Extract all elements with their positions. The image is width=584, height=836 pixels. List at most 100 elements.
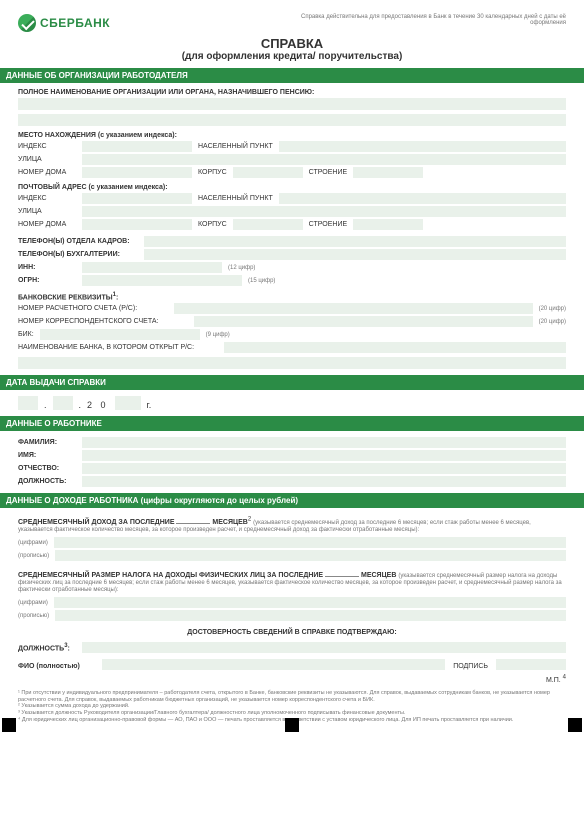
mp-label: М.П. 4 [546, 677, 566, 684]
confirm-label: ДОСТОВЕРНОСТЬ СВЕДЕНИЙ В СПРАВКЕ ПОДТВЕР… [18, 629, 566, 636]
rs-hint: (20 цифр) [539, 306, 566, 312]
ks-label: НОМЕР КОРРЕСПОНДЕНТСКОГО СЧЕТА: [18, 318, 188, 325]
date-month[interactable] [53, 396, 73, 410]
section-income: ДАННЫЕ О ДОХОДЕ РАБОТНИКА (цифры округля… [0, 493, 584, 508]
inn-label: ИНН: [18, 264, 76, 271]
surname-label: ФАМИЛИЯ: [18, 439, 76, 446]
words-label-2: (прописью) [18, 613, 49, 619]
fio-field[interactable] [102, 659, 445, 670]
avg-tax-line: СРЕДНЕМЕСЯЧНЫЙ РАЗМЕР НАЛОГА НА ДОХОДЫ Ф… [18, 569, 566, 593]
validity-note: Справка действительна для предоставления… [286, 14, 566, 26]
loc-bld2-field[interactable] [353, 167, 423, 178]
date-century: 2 0 [87, 400, 109, 410]
date-year[interactable] [115, 396, 141, 410]
ogrn-field[interactable] [82, 275, 242, 286]
postal-label: ПОЧТОВЫЙ АДРЕС (с указанием индекса): [18, 184, 566, 191]
loc-street-field[interactable] [82, 154, 566, 165]
hr-phone-label: ТЕЛЕФОН(Ы) ОТДЕЛА КАДРОВ: [18, 238, 138, 245]
loc-bld1-field[interactable] [233, 167, 303, 178]
rs-label: НОМЕР РАСЧЕТНОГО СЧЕТА (Р/С): [18, 305, 168, 312]
org-full-name-field-2[interactable] [18, 114, 566, 126]
sign-field[interactable] [496, 659, 566, 670]
name-field[interactable] [82, 450, 566, 461]
acc-phone-field[interactable] [144, 249, 566, 260]
post-house-label: НОМЕР ДОМА [18, 221, 76, 228]
bik-field[interactable] [40, 329, 200, 340]
sign-label: ПОДПИСЬ [453, 663, 488, 670]
brand-mark-icon [18, 14, 36, 32]
bik-label: БИК: [18, 331, 34, 338]
income-digits-field[interactable] [54, 537, 566, 548]
surname-field[interactable] [82, 437, 566, 448]
section-date: ДАТА ВЫДАЧИ СПРАВКИ [0, 375, 584, 390]
name-label: ИМЯ: [18, 452, 76, 459]
ks-field[interactable] [194, 316, 533, 327]
avg-income-line: СРЕДНЕМЕСЯЧНЫЙ ДОХОД ЗА ПОСЛЕДНИЕ МЕСЯЦЕ… [18, 516, 566, 533]
rs-field[interactable] [174, 303, 533, 314]
post-bld1-label: КОРПУС [198, 221, 227, 228]
digits-label-2: (цифрами) [18, 600, 48, 606]
sign-position-field[interactable] [82, 642, 566, 653]
brand-logo: СБЕРБАНК [18, 14, 110, 32]
location-label: МЕСТО НАХОЖДЕНИЯ (с указанием индекса): [18, 132, 566, 139]
income-words-field[interactable] [55, 550, 566, 561]
post-street-label: УЛИЦА [18, 208, 76, 215]
post-index-label: ИНДЕКС [18, 195, 76, 202]
org-full-name-field[interactable] [18, 98, 566, 110]
position-field[interactable] [82, 476, 566, 487]
bank-name-field[interactable] [224, 342, 566, 353]
bank-name-field-2[interactable] [18, 357, 566, 369]
loc-street-label: УЛИЦА [18, 156, 76, 163]
post-house-field[interactable] [82, 219, 192, 230]
patronymic-field[interactable] [82, 463, 566, 474]
section-employee: ДАННЫЕ О РАБОТНИКЕ [0, 416, 584, 431]
date-day[interactable] [18, 396, 38, 410]
post-bld1-field[interactable] [233, 219, 303, 230]
loc-house-label: НОМЕР ДОМА [18, 169, 76, 176]
loc-index-label: ИНДЕКС [18, 143, 76, 150]
ogrn-hint: (15 цифр) [248, 278, 275, 284]
post-locality-label: НАСЕЛЕННЫЙ ПУНКТ [198, 195, 273, 202]
footnote-2: ² Указывается сумма дохода до удержаний. [18, 703, 566, 710]
post-bld2-label: СТРОЕНИЕ [309, 221, 347, 228]
loc-index-field[interactable] [82, 141, 192, 152]
loc-locality-field[interactable] [279, 141, 566, 152]
ks-hint: (20 цифр) [539, 319, 566, 325]
acc-phone-label: ТЕЛЕФОН(Ы) БУХГАЛТЕРИИ: [18, 251, 138, 258]
words-label-1: (прописью) [18, 553, 49, 559]
doc-title: СПРАВКА [18, 36, 566, 51]
bik-hint: (9 цифр) [206, 332, 230, 338]
loc-house-field[interactable] [82, 167, 192, 178]
position-label: ДОЛЖНОСТЬ: [18, 478, 76, 485]
qr-mark-bl [2, 718, 16, 732]
patronymic-label: ОТЧЕСТВО: [18, 465, 76, 472]
tax-words-field[interactable] [55, 610, 566, 621]
post-index-field[interactable] [82, 193, 192, 204]
org-full-name-label: ПОЛНОЕ НАИМЕНОВАНИЕ ОРГАНИЗАЦИИ ИЛИ ОРГА… [18, 89, 566, 96]
brand-name: СБЕРБАНК [40, 16, 110, 30]
tax-digits-field[interactable] [54, 597, 566, 608]
ogrn-label: ОГРН: [18, 277, 76, 284]
hr-phone-field[interactable] [144, 236, 566, 247]
months-slot-2[interactable] [325, 569, 359, 577]
digits-label-1: (цифрами) [18, 540, 48, 546]
qr-mark-bc [285, 718, 299, 732]
post-street-field[interactable] [82, 206, 566, 217]
bank-req-label: БАНКОВСКИЕ РЕКВИЗИТЫ1: [18, 292, 566, 301]
section-employer: ДАННЫЕ ОБ ОРГАНИЗАЦИИ РАБОТОДАТЕЛЯ [0, 68, 584, 83]
loc-bld2-label: СТРОЕНИЕ [309, 169, 347, 176]
post-locality-field[interactable] [279, 193, 566, 204]
doc-subtitle: (для оформления кредита/ поручительства) [18, 51, 566, 62]
post-bld2-field[interactable] [353, 219, 423, 230]
qr-mark-br [568, 718, 582, 732]
footnote-1: ¹ При отсутствии у индивидуального предп… [18, 690, 566, 704]
sign-position-label: ДОЛЖНОСТЬ3: [18, 643, 76, 652]
loc-locality-label: НАСЕЛЕННЫЙ ПУНКТ [198, 143, 273, 150]
inn-field[interactable] [82, 262, 222, 273]
issue-date: . . 2 0 г. [18, 396, 566, 410]
inn-hint: (12 цифр) [228, 265, 255, 271]
loc-bld1-label: КОРПУС [198, 169, 227, 176]
bank-name-label: НАИМЕНОВАНИЕ БАНКА, В КОТОРОМ ОТКРЫТ Р/С… [18, 344, 218, 351]
months-slot-1[interactable] [176, 516, 210, 524]
date-year-suffix: г. [147, 400, 152, 410]
